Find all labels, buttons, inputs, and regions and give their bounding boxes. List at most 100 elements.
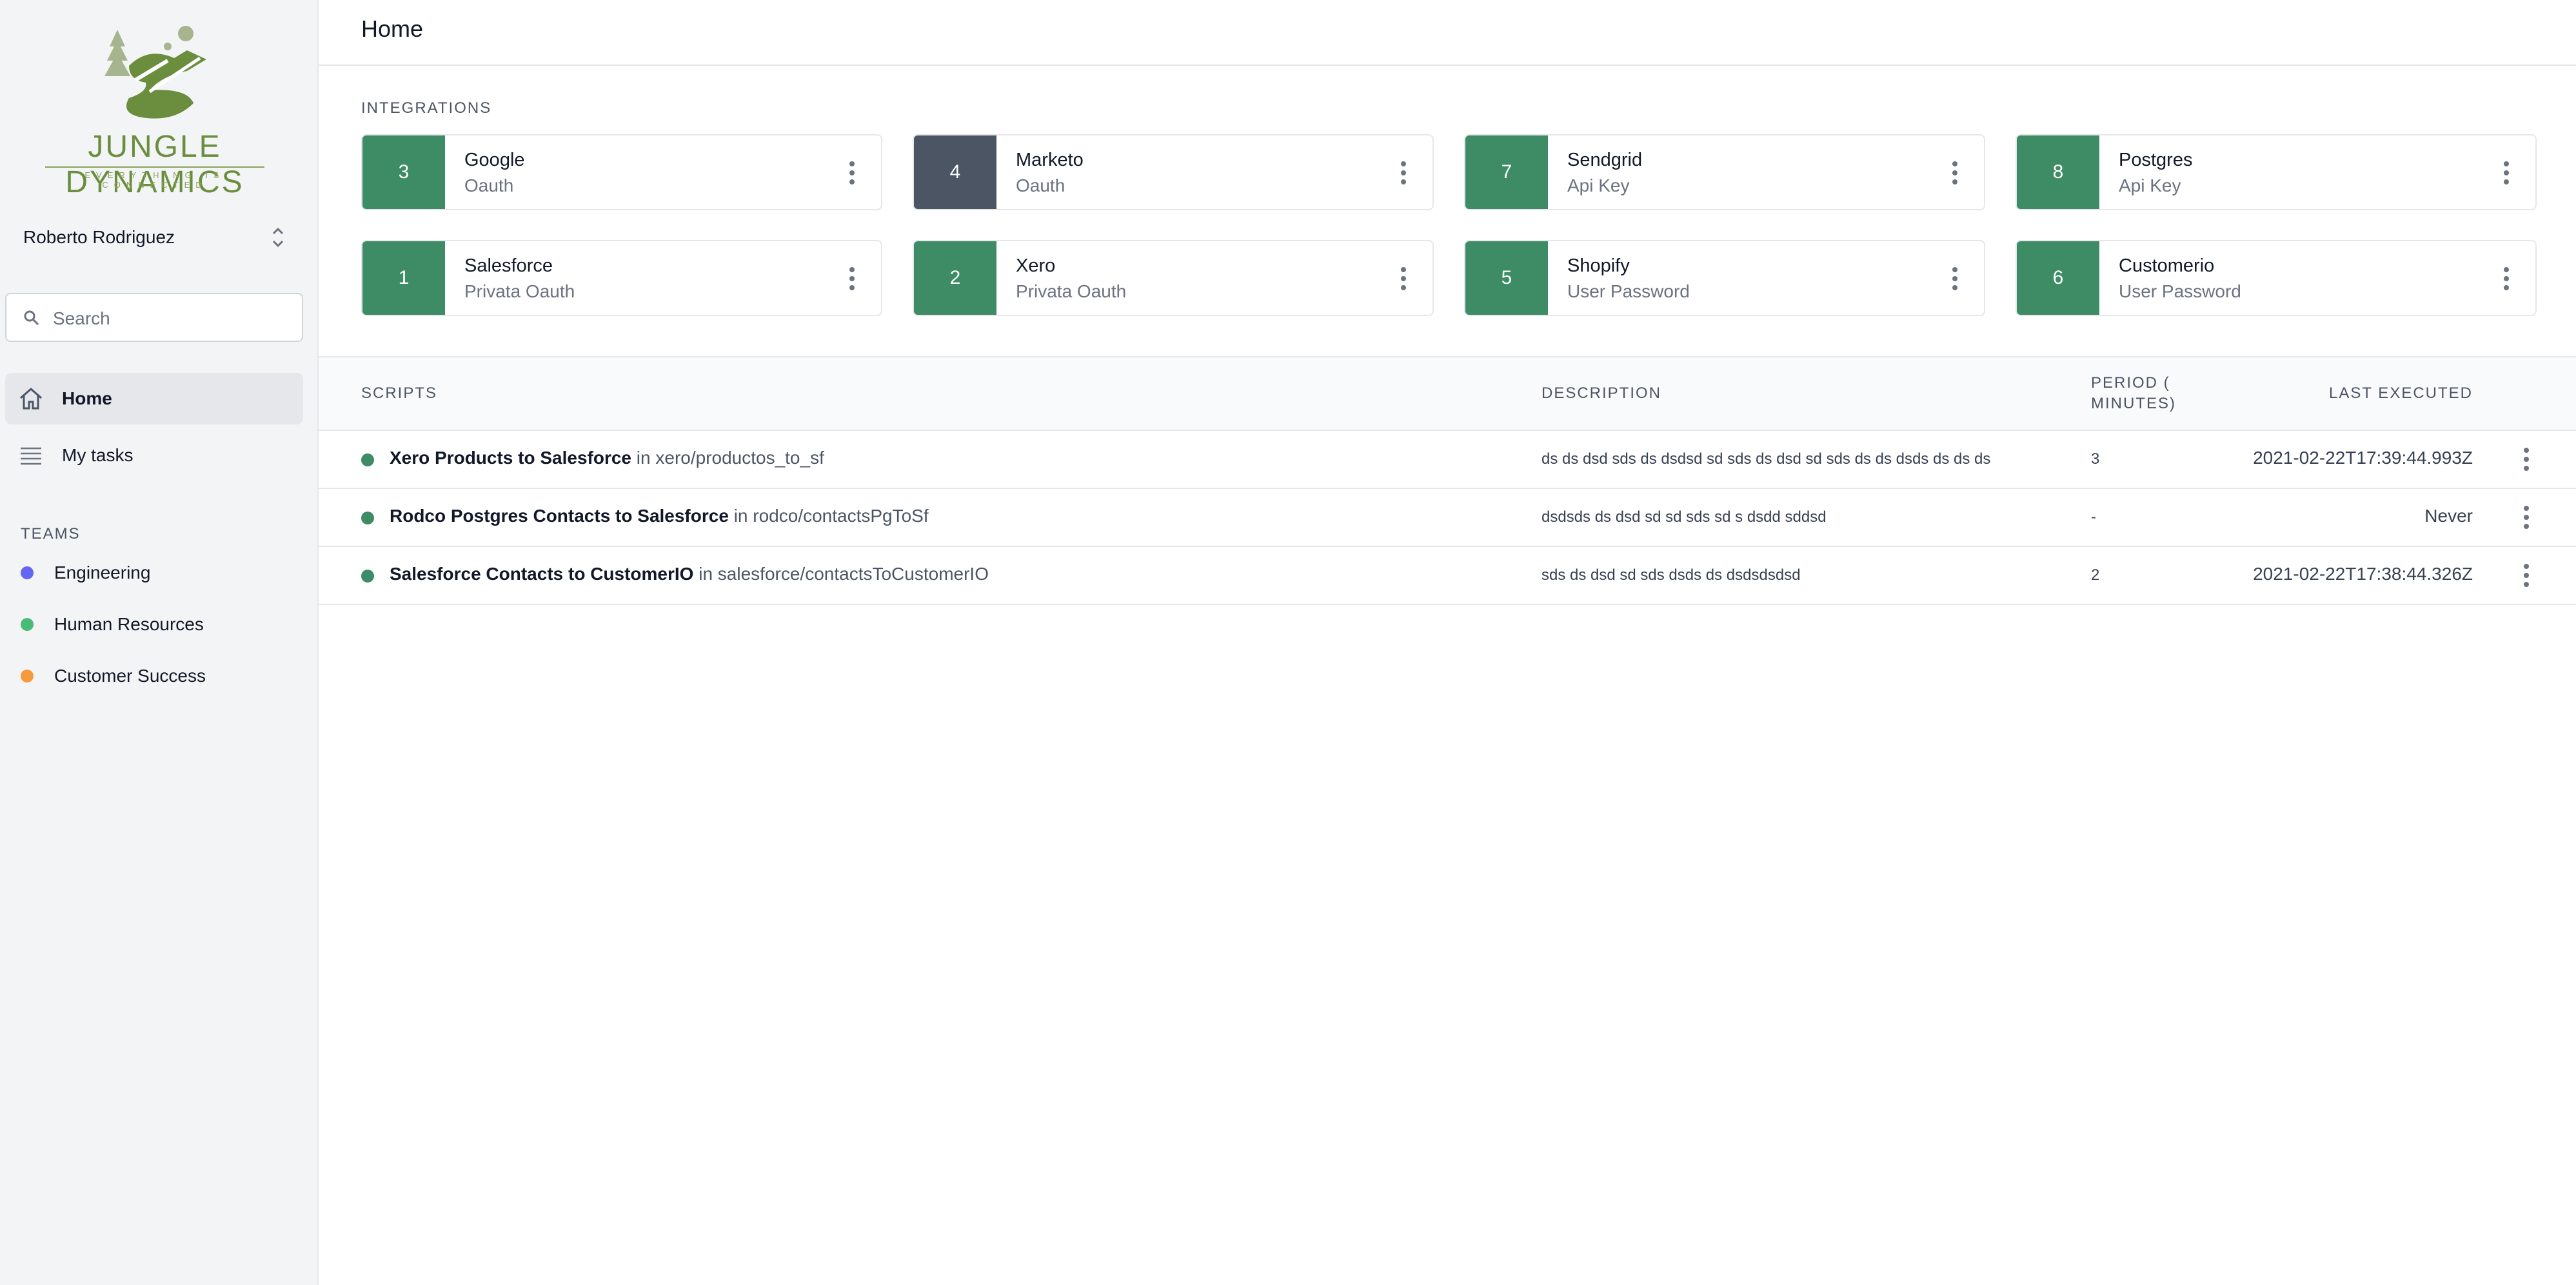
- script-last-executed: 2021-02-22T17:39:44.993Z: [2253, 448, 2473, 468]
- integration-auth-type: Api Key: [2119, 175, 2181, 195]
- team-label: Customer Success: [54, 666, 206, 686]
- integration-name: Shopify: [1567, 255, 1630, 276]
- integration-name: Salesforce: [464, 255, 553, 276]
- nav-item-my-tasks-label: My tasks: [62, 445, 134, 465]
- integration-name: Marketo: [1016, 150, 1084, 170]
- more-vertical-icon[interactable]: [1399, 264, 1408, 293]
- teams-heading: TEAMS: [21, 525, 81, 543]
- nav-item-home-label: Home: [62, 388, 112, 408]
- sidebar: JUNGLE DYNAMICS EVERYTHING IS CONNECTED …: [0, 0, 319, 1285]
- team-color-dot: [21, 618, 34, 631]
- integration-number-badge: 2: [914, 241, 996, 315]
- integration-card-customerio[interactable]: 6 Customerio User Password: [2016, 240, 2537, 316]
- table-row[interactable]: Salesforce Contacts to CustomerIO in sal…: [319, 547, 2576, 605]
- main-content: Home INTEGRATIONS 3 Google Oauth 4 Marke…: [319, 0, 2576, 1285]
- team-color-dot: [21, 670, 34, 682]
- search-icon: [24, 310, 39, 326]
- status-dot: [361, 453, 374, 466]
- integration-number-badge: 7: [1465, 135, 1548, 209]
- column-header-description: DESCRIPTION: [1541, 384, 1662, 402]
- integrations-heading: INTEGRATIONS: [361, 99, 492, 117]
- script-path: in rodco/contactsPgToSf: [733, 506, 929, 526]
- column-header-scripts: SCRIPTS: [361, 384, 438, 402]
- integration-name: Xero: [1016, 255, 1056, 276]
- integration-name: Customerio: [2119, 255, 2215, 276]
- page-title: Home: [361, 15, 424, 42]
- script-cell: Xero Products to Salesforce in xero/prod…: [390, 448, 824, 468]
- more-vertical-icon[interactable]: [1950, 159, 1959, 187]
- script-period: 2: [2091, 566, 2100, 584]
- status-dot: [361, 512, 374, 524]
- more-vertical-icon[interactable]: [1950, 264, 1959, 293]
- brand-tagline: EVERYTHING IS CONNECTED: [84, 170, 225, 190]
- script-description: sds ds dsd sd sds dsds ds dsdsdsdsd: [1541, 566, 1801, 584]
- script-description: ds ds dsd sds ds dsdsd sd sds ds dsd sd …: [1541, 450, 1991, 468]
- more-vertical-icon[interactable]: [2502, 264, 2511, 293]
- user-switcher[interactable]: Roberto Rodriguez: [23, 224, 288, 252]
- integration-number-badge: 4: [914, 135, 996, 209]
- script-name[interactable]: Salesforce Contacts to CustomerIO: [390, 564, 693, 584]
- integration-auth-type: Privata Oauth: [1016, 281, 1127, 301]
- status-dot: [361, 570, 374, 583]
- search-input[interactable]: Search: [5, 293, 303, 342]
- script-description: dsdsds ds dsd sd sd sds sd s dsdd sddsd: [1541, 508, 1827, 526]
- more-vertical-icon[interactable]: [2522, 503, 2531, 532]
- team-human-resources[interactable]: Human Resources: [21, 604, 292, 642]
- script-name[interactable]: Xero Products to Salesforce: [390, 448, 631, 468]
- integration-name: Postgres: [2119, 150, 2193, 170]
- brand-divider: [45, 166, 264, 168]
- integration-auth-type: Oauth: [1016, 175, 1065, 195]
- team-customer-success[interactable]: Customer Success: [21, 655, 292, 694]
- more-vertical-icon[interactable]: [2502, 159, 2511, 187]
- integration-auth-type: Oauth: [464, 175, 514, 195]
- more-vertical-icon[interactable]: [2522, 445, 2531, 473]
- integration-card-xero[interactable]: 2 Xero Privata Oauth: [913, 240, 1434, 316]
- script-cell: Rodco Postgres Contacts to Salesforce in…: [390, 506, 929, 526]
- script-period: -: [2091, 508, 2096, 526]
- app: JUNGLE DYNAMICS EVERYTHING IS CONNECTED …: [0, 0, 2576, 1285]
- integration-number-badge: 6: [2017, 241, 2099, 315]
- integration-name: Sendgrid: [1567, 150, 1643, 170]
- integration-number-badge: 1: [362, 241, 445, 315]
- integration-auth-type: Api Key: [1567, 175, 1630, 195]
- integration-name: Google: [464, 150, 525, 170]
- script-cell: Salesforce Contacts to CustomerIO in sal…: [390, 564, 989, 584]
- team-color-dot: [21, 566, 34, 579]
- script-last-executed: 2021-02-22T17:38:44.326Z: [2253, 564, 2473, 584]
- scripts-table-header: SCRIPTS DESCRIPTION PERIOD ( MINUTES) LA…: [319, 356, 2576, 431]
- integration-card-salesforce[interactable]: 1 Salesforce Privata Oauth: [361, 240, 882, 316]
- logo-mark-icon: [104, 26, 206, 119]
- integration-card-sendgrid[interactable]: 7 Sendgrid Api Key: [1464, 134, 1985, 210]
- integration-auth-type: User Password: [1567, 281, 1690, 301]
- nav-item-my-tasks[interactable]: My tasks: [5, 430, 303, 481]
- integration-card-shopify[interactable]: 5 Shopify User Password: [1464, 240, 1985, 316]
- integration-number-badge: 3: [362, 135, 445, 209]
- more-vertical-icon[interactable]: [2522, 561, 2531, 590]
- integration-auth-type: User Password: [2119, 281, 2241, 301]
- integration-card-google[interactable]: 3 Google Oauth: [361, 134, 882, 210]
- script-name[interactable]: Rodco Postgres Contacts to Salesforce: [390, 506, 729, 526]
- script-path: in xero/productos_to_sf: [636, 448, 824, 468]
- more-vertical-icon[interactable]: [847, 264, 857, 293]
- column-header-period: PERIOD ( MINUTES): [2091, 374, 2176, 412]
- integration-auth-type: Privata Oauth: [464, 281, 575, 301]
- table-row[interactable]: Xero Products to Salesforce in xero/prod…: [319, 431, 2576, 489]
- table-row[interactable]: Rodco Postgres Contacts to Salesforce in…: [319, 489, 2576, 547]
- more-vertical-icon[interactable]: [847, 159, 857, 187]
- chevron-up-down-icon: [272, 227, 284, 248]
- integration-card-postgres[interactable]: 8 Postgres Api Key: [2016, 134, 2537, 210]
- team-engineering[interactable]: Engineering: [21, 552, 292, 591]
- team-label: Human Resources: [54, 614, 204, 634]
- script-period: 3: [2091, 450, 2100, 468]
- integration-card-marketo[interactable]: 4 Marketo Oauth: [913, 134, 1434, 210]
- company-logo[interactable]: JUNGLE DYNAMICS EVERYTHING IS CONNECTED: [39, 21, 271, 199]
- user-name: Roberto Rodriguez: [23, 227, 175, 247]
- search-placeholder: Search: [53, 308, 110, 328]
- nav-item-home[interactable]: Home: [5, 373, 303, 424]
- script-last-executed: Never: [2424, 506, 2473, 526]
- top-bar: Home: [319, 0, 2576, 66]
- more-vertical-icon[interactable]: [1399, 159, 1408, 187]
- column-header-last-executed: LAST EXECUTED: [2329, 384, 2473, 402]
- integration-number-badge: 5: [1465, 241, 1548, 315]
- team-label: Engineering: [54, 563, 151, 583]
